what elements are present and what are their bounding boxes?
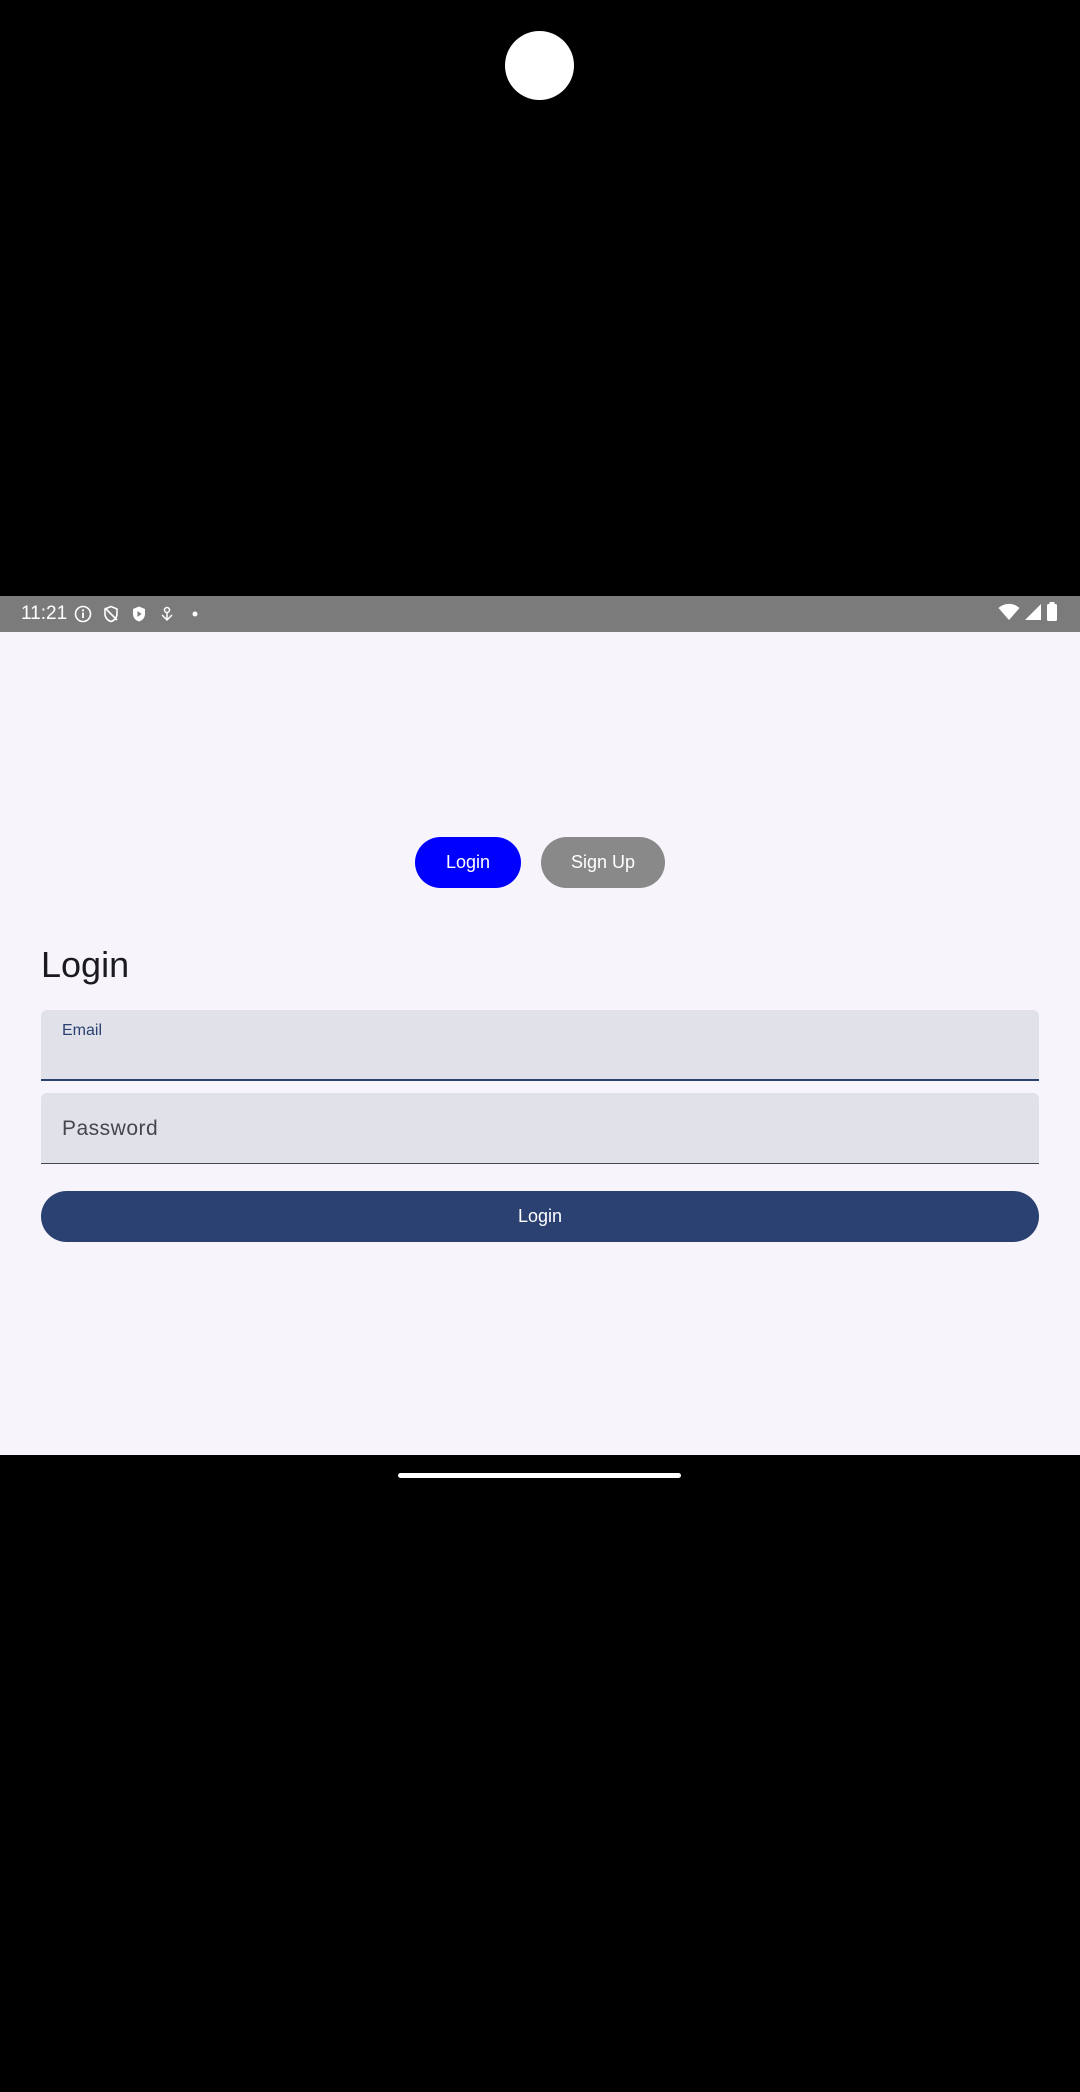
system-icons	[998, 601, 1058, 627]
download-icon	[156, 603, 178, 625]
front-camera-cutout	[505, 31, 574, 100]
info-icon	[72, 603, 94, 625]
shield-off-icon	[100, 603, 122, 625]
email-input[interactable]	[62, 1046, 1018, 1074]
status-time: 11:21	[21, 603, 68, 624]
password-field[interactable]: Password	[41, 1093, 1039, 1164]
signal-icon	[1024, 603, 1042, 626]
app-screen: Login Sign Up Login Email Password Login	[0, 632, 1080, 1455]
notification-icons	[72, 603, 206, 625]
password-input[interactable]	[62, 1113, 1018, 1145]
email-label: Email	[62, 1022, 103, 1039]
dot-icon	[184, 603, 206, 625]
signup-tab-button[interactable]: Sign Up	[541, 837, 665, 888]
battery-icon	[1046, 601, 1058, 627]
home-indicator[interactable]	[398, 1473, 681, 1478]
page-title: Login	[41, 944, 130, 985]
phone-frame: 11:21 Login Sign Up Login Email Password…	[0, 0, 1080, 2092]
shield-play-icon	[128, 603, 150, 625]
wifi-icon	[998, 603, 1020, 626]
login-submit-button[interactable]: Login	[41, 1191, 1039, 1242]
status-bar: 11:21	[0, 596, 1080, 632]
email-field[interactable]: Email	[41, 1010, 1039, 1081]
login-tab-button[interactable]: Login	[415, 837, 521, 888]
